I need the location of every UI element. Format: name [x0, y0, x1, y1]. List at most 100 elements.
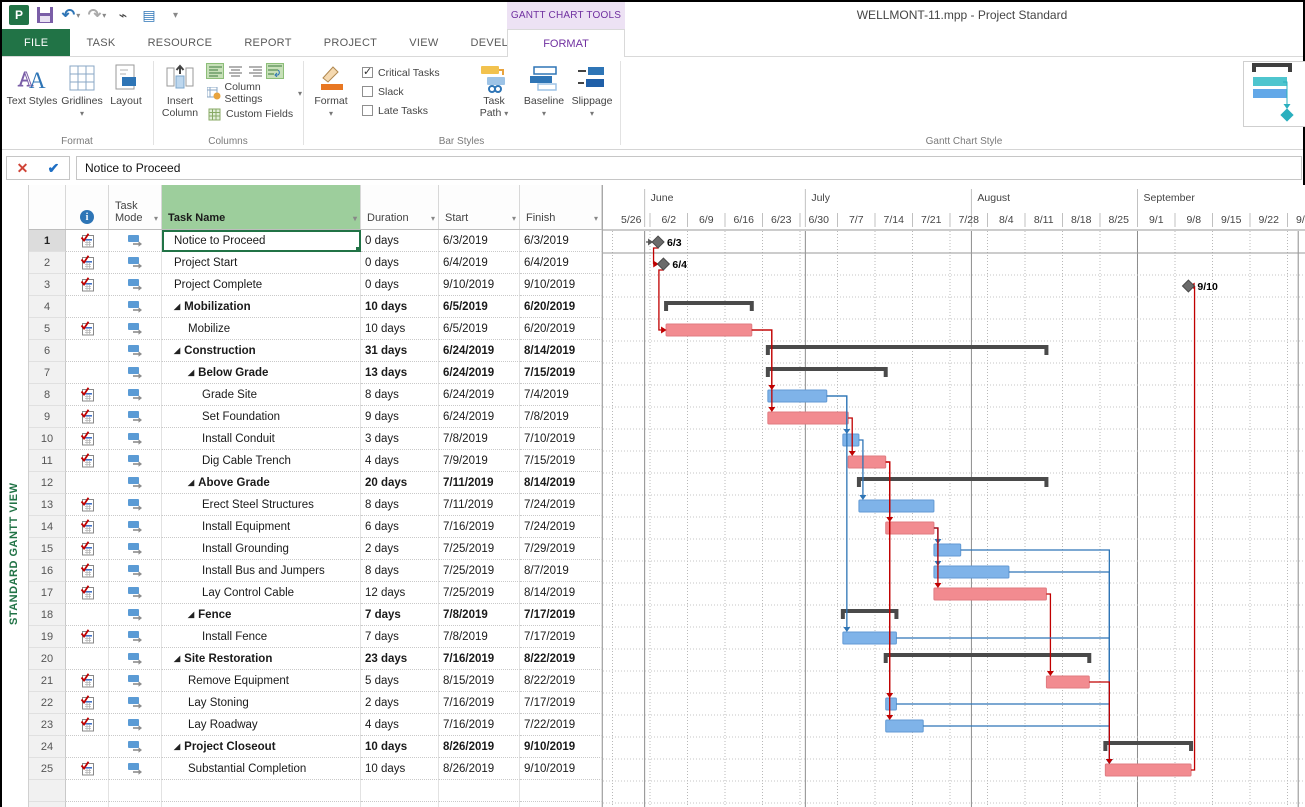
row-number[interactable]: 8	[29, 384, 66, 406]
task-mode-cell[interactable]	[109, 450, 162, 472]
chevron-down-icon[interactable]: ▾	[594, 214, 598, 223]
header-finish[interactable]: Finish▾	[520, 185, 602, 229]
duration-cell[interactable]: 4 days	[361, 450, 439, 472]
start-cell[interactable]: 7/16/2019	[439, 692, 520, 714]
tab-format-active[interactable]: FORMAT	[507, 29, 625, 57]
task-mode-cell[interactable]	[109, 252, 162, 274]
duration-cell[interactable]: 9 days	[361, 406, 439, 428]
header-duration[interactable]: Duration▾	[361, 185, 439, 229]
duration-cell[interactable]: 7 days	[361, 604, 439, 626]
cancel-entry-icon[interactable]: ✕	[17, 160, 29, 177]
task-mode-cell[interactable]	[109, 384, 162, 406]
task-mode-cell[interactable]	[109, 340, 162, 362]
form-icon[interactable]: ▤	[138, 5, 160, 25]
finish-cell[interactable]: 6/3/2019	[520, 230, 602, 252]
start-cell[interactable]: 7/8/2019	[439, 604, 520, 626]
info-cell[interactable]	[66, 626, 109, 648]
task-mode-cell[interactable]	[109, 648, 162, 670]
critical-task-bar[interactable]	[1105, 764, 1191, 776]
info-cell[interactable]	[66, 428, 109, 450]
collapse-triangle-icon[interactable]: ◢	[188, 478, 194, 487]
gantt-style-swatch[interactable]	[1250, 62, 1294, 127]
task-name-cell[interactable]: Grade Site	[162, 384, 361, 406]
task-path-button[interactable]: Task Path ▾	[472, 61, 516, 133]
info-cell[interactable]	[66, 318, 109, 340]
task-mode-cell[interactable]	[109, 582, 162, 604]
tab-project[interactable]: PROJECT	[308, 29, 393, 56]
task-mode-cell[interactable]	[109, 362, 162, 384]
duration-cell[interactable]: 2 days	[361, 538, 439, 560]
task-mode-cell[interactable]	[109, 604, 162, 626]
late-tasks-checkbox[interactable]: Late Tasks	[362, 101, 440, 120]
duration-cell[interactable]: 10 days	[361, 758, 439, 780]
start-cell[interactable]: 7/11/2019	[439, 472, 520, 494]
duration-cell[interactable]: 5 days	[361, 670, 439, 692]
task-mode-cell[interactable]	[109, 560, 162, 582]
task-mode-cell[interactable]	[109, 714, 162, 736]
duration-cell[interactable]: 12 days	[361, 582, 439, 604]
row-number[interactable]: 11	[29, 450, 66, 472]
duration-cell[interactable]: 10 days	[361, 736, 439, 758]
start-cell[interactable]: 6/24/2019	[439, 362, 520, 384]
finish-cell[interactable]: 8/22/2019	[520, 670, 602, 692]
task-name-cell[interactable]: Lay Roadway	[162, 714, 361, 736]
finish-cell[interactable]: 7/4/2019	[520, 384, 602, 406]
accept-entry-icon[interactable]: ✔	[48, 160, 60, 177]
duration-cell[interactable]: 7 days	[361, 626, 439, 648]
row-number[interactable]: 16	[29, 560, 66, 582]
summary-bar[interactable]	[886, 655, 1090, 663]
task-name-cell[interactable]: Project Complete	[162, 274, 361, 296]
format-bar-button[interactable]: Format▾	[308, 61, 354, 133]
finish-cell[interactable]: 8/7/2019	[520, 560, 602, 582]
finish-cell[interactable]: 6/4/2019	[520, 252, 602, 274]
header-start[interactable]: Start▾	[439, 185, 520, 229]
duration-cell[interactable]: 0 days	[361, 230, 439, 252]
info-cell[interactable]	[66, 582, 109, 604]
info-cell[interactable]	[66, 560, 109, 582]
tab-resource[interactable]: RESOURCE	[132, 29, 229, 56]
row-number[interactable]: 21	[29, 670, 66, 692]
info-cell[interactable]	[66, 274, 109, 296]
info-cell[interactable]	[66, 494, 109, 516]
task-bar[interactable]	[886, 698, 897, 710]
column-settings-button[interactable]: Column Settings ▾	[206, 83, 302, 103]
task-name-cell[interactable]: ◢Above Grade	[162, 472, 361, 494]
task-mode-cell[interactable]	[109, 428, 162, 450]
finish-cell[interactable]: 9/10/2019	[520, 758, 602, 780]
row-number[interactable]: 3	[29, 274, 66, 296]
task-name-cell[interactable]: Remove Equipment	[162, 670, 361, 692]
summary-bar[interactable]	[666, 303, 752, 311]
row-number[interactable]: 14	[29, 516, 66, 538]
start-cell[interactable]: 6/24/2019	[439, 406, 520, 428]
row-number[interactable]: 13	[29, 494, 66, 516]
app-icon[interactable]: P	[8, 5, 30, 25]
milestone-diamond[interactable]	[657, 258, 669, 270]
task-name-cell[interactable]: Substantial Completion	[162, 758, 361, 780]
duration-cell[interactable]: 20 days	[361, 472, 439, 494]
info-cell[interactable]	[66, 736, 109, 758]
layout-button[interactable]: Layout	[100, 61, 152, 133]
finish-cell[interactable]: 9/10/2019	[520, 274, 602, 296]
task-name-cell[interactable]: Notice to Proceed	[162, 230, 361, 252]
duration-cell[interactable]: 3 days	[361, 428, 439, 450]
tab-report[interactable]: REPORT	[228, 29, 307, 56]
finish-cell[interactable]: 7/17/2019	[520, 692, 602, 714]
start-cell[interactable]: 6/3/2019	[439, 230, 520, 252]
slippage-button[interactable]: Slippage▾	[568, 61, 616, 133]
row-number[interactable]: 22	[29, 692, 66, 714]
start-cell[interactable]: 7/25/2019	[439, 582, 520, 604]
info-cell[interactable]	[66, 384, 109, 406]
row-number[interactable]: 17	[29, 582, 66, 604]
critical-task-bar[interactable]	[768, 412, 848, 424]
task-mode-cell[interactable]	[109, 406, 162, 428]
task-bar[interactable]	[934, 566, 1009, 578]
duration-cell[interactable]: 8 days	[361, 560, 439, 582]
gantt-chart[interactable]: JuneJulyAugustSeptember5/266/26/96/166/2…	[602, 185, 1305, 807]
finish-cell[interactable]: 8/14/2019	[520, 340, 602, 362]
info-cell[interactable]	[66, 252, 109, 274]
row-number[interactable]: 10	[29, 428, 66, 450]
task-name-cell[interactable]: Lay Stoning	[162, 692, 361, 714]
row-number[interactable]: 6	[29, 340, 66, 362]
info-cell[interactable]	[66, 516, 109, 538]
start-cell[interactable]: 7/8/2019	[439, 626, 520, 648]
